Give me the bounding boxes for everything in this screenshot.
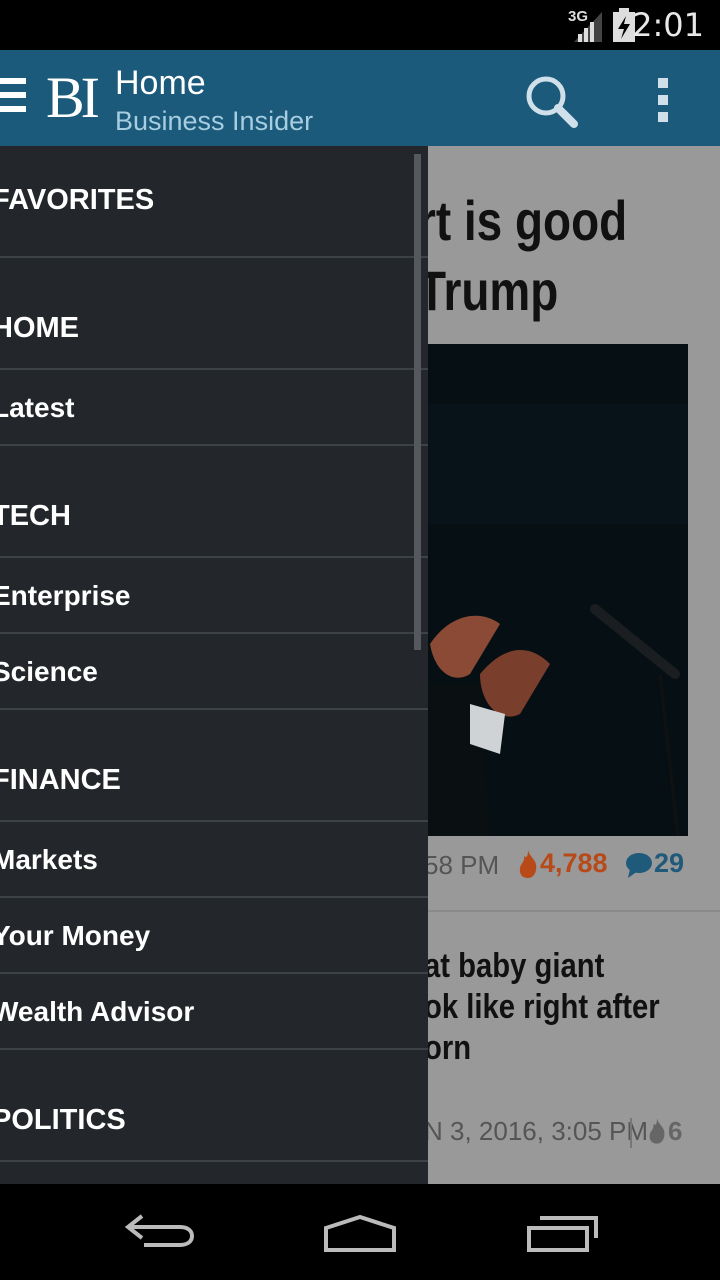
article-time: 58 PM: [424, 850, 500, 880]
view-count: 6: [668, 1116, 683, 1146]
page-title: Home: [115, 64, 206, 102]
drawer-section-tech[interactable]: TECH: [0, 446, 428, 556]
article-headline[interactable]: rt is good Trump: [418, 186, 627, 326]
meta-separator: [630, 1118, 632, 1148]
article-photo[interactable]: [410, 344, 688, 836]
drawer-scrollbar[interactable]: [414, 154, 421, 650]
drawer-section-home[interactable]: HOME: [0, 258, 428, 368]
drawer-section-finance[interactable]: FINANCE: [0, 710, 428, 820]
app-subtitle: Business Insider: [115, 106, 314, 136]
system-nav-bar: [0, 1184, 720, 1280]
status-bar: 3G 2:01: [0, 0, 720, 50]
fire-icon: [649, 1118, 665, 1144]
signal-icon: [574, 12, 602, 42]
drawer-item-science[interactable]: Science: [0, 634, 428, 708]
view-count: 4,788: [540, 848, 608, 878]
drawer-item-latest[interactable]: Latest: [0, 370, 428, 444]
drawer-item-your-money[interactable]: Your Money: [0, 898, 428, 972]
clock: 2:01: [632, 6, 704, 44]
back-icon[interactable]: [124, 1210, 196, 1254]
drawer-item-enterprise[interactable]: Enterprise: [0, 558, 428, 632]
comment-count: 29: [654, 848, 685, 878]
comment-icon: [626, 853, 652, 878]
overflow-menu-icon[interactable]: [656, 78, 670, 122]
recent-apps-icon[interactable]: [526, 1214, 600, 1254]
article-headline[interactable]: at baby giant ok like right after orn: [424, 946, 660, 1069]
drawer-divider: [0, 1160, 428, 1162]
drawer-item-wealth-advisor[interactable]: Wealth Advisor: [0, 974, 428, 1048]
home-icon[interactable]: [322, 1214, 398, 1254]
drawer-item-markets[interactable]: Markets: [0, 822, 428, 896]
drawer-section-favorites[interactable]: FAVORITES: [0, 146, 428, 256]
action-bar: BI Home Business Insider: [0, 50, 720, 146]
article-divider: [410, 910, 720, 912]
menu-icon[interactable]: [0, 78, 26, 118]
app-logo[interactable]: BI: [46, 66, 100, 130]
fire-icon: [519, 850, 537, 878]
drawer-section-politics[interactable]: POLITICS: [0, 1050, 428, 1160]
navigation-drawer: FAVORITES HOME Latest TECH Enterprise Sc…: [0, 146, 428, 1184]
article-time: N 3, 2016, 3:05 PM: [424, 1116, 649, 1146]
search-icon[interactable]: [522, 72, 580, 130]
